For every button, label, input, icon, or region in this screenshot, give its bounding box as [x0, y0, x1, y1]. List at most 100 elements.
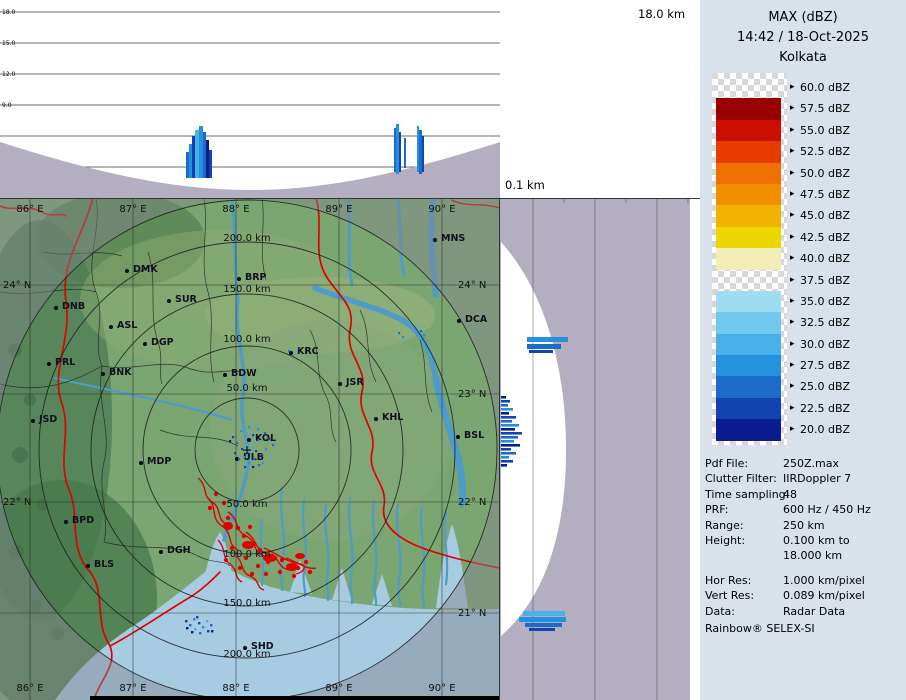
lon-label-top: 86° E — [16, 204, 43, 215]
lon-label-top: 87° E — [119, 204, 146, 215]
lon-label-bottom: 86° E — [16, 683, 43, 694]
city-dot — [125, 269, 129, 273]
legend-entry-label: 42.5 dBZ — [800, 227, 850, 248]
legend-entry-label: 37.5 dBZ — [800, 270, 850, 291]
range-ring-label: 150.0 km — [223, 284, 270, 295]
legend-entry-label: 55.0 dBZ — [800, 120, 850, 141]
info-row: PRF:600 Hz / 450 Hz — [705, 502, 903, 517]
info-row: 18.000 km — [705, 548, 903, 563]
info-row: Time sampling:48 — [705, 487, 903, 502]
city-dot — [457, 319, 461, 323]
range-ring-label: 50.0 km — [227, 383, 268, 394]
legend-entry: ▸25.0 dBZ — [716, 376, 901, 397]
lon-label-bottom: 88° E — [222, 683, 249, 694]
city-dot — [64, 520, 68, 524]
product-title: MAX (dBZ) — [700, 8, 906, 28]
info-label: Vert Res: — [705, 588, 783, 603]
info-label — [705, 548, 783, 563]
legend-arrow-icon: ▸ — [790, 184, 795, 205]
lon-label-bottom: 89° E — [325, 683, 352, 694]
legend-entry: ▸60.0 dBZ — [716, 77, 901, 98]
legend-arrow-icon: ▸ — [790, 376, 795, 397]
height-tick-label: 9.0 — [2, 102, 12, 109]
city-label: MNS — [441, 233, 465, 244]
city-label: BSL — [464, 430, 484, 441]
info-value: Radar Data — [783, 604, 903, 619]
legend-entry: ▸27.5 dBZ — [716, 355, 901, 376]
legend-entry: ▸42.5 dBZ — [716, 227, 901, 248]
city-label: ASL — [117, 320, 137, 331]
city-label: JSD — [38, 414, 57, 425]
height-tick-label: 15.0 — [2, 40, 16, 47]
legend-entry-label: 35.0 dBZ — [800, 291, 850, 312]
range-ring-label: 200.0 km — [223, 233, 270, 244]
info-label: Hor Res: — [705, 573, 783, 588]
legend-entry-label: 57.5 dBZ — [800, 98, 850, 119]
lon-label-top: 90° E — [428, 204, 455, 215]
info-row: Hor Res:1.000 km/pixel — [705, 573, 903, 588]
title-block: MAX (dBZ) 14:42 / 18-Oct-2025 Kolkata — [700, 8, 906, 68]
lat-label-right: 23° N — [458, 389, 486, 400]
height-tick-label: 18.0 — [2, 9, 16, 16]
legend-arrow-icon: ▸ — [790, 398, 795, 419]
city-dot — [243, 646, 247, 650]
info-value: 18.000 km — [783, 548, 903, 563]
software-brand: Rainbow® SELEX-SI — [705, 622, 815, 635]
city-dot — [86, 564, 90, 568]
legend-arrow-icon: ▸ — [790, 227, 795, 248]
city-dot — [247, 438, 251, 442]
legend-arrow-icon: ▸ — [790, 270, 795, 291]
product-info-block: Pdf File:250Z.maxClutter Filter:IIRDoppl… — [705, 456, 903, 619]
legend-swatch — [716, 184, 781, 205]
city-label: SHD — [251, 641, 274, 652]
legend-entry-label: 47.5 dBZ — [800, 184, 850, 205]
legend-entry: ▸40.0 dBZ — [716, 248, 901, 269]
side-cross-section-panel — [500, 198, 700, 700]
info-label: Range: — [705, 518, 783, 533]
legend-swatch — [716, 398, 781, 419]
city-dot — [167, 299, 171, 303]
city-dot — [433, 238, 437, 242]
info-row: Pdf File:250Z.max — [705, 456, 903, 471]
info-row: Vert Res:0.089 km/pixel — [705, 588, 903, 603]
legend-arrow-icon: ▸ — [790, 334, 795, 355]
legend-swatch — [716, 376, 781, 397]
legend-color-scale: ▸60.0 dBZ▸57.5 dBZ▸55.0 dBZ▸52.5 dBZ▸50.… — [716, 77, 901, 441]
city-label: SUR — [175, 294, 198, 305]
lat-label-right: 24° N — [458, 280, 486, 291]
info-row: Height:0.100 km to — [705, 533, 903, 548]
legend-arrow-icon: ▸ — [790, 291, 795, 312]
legend-swatch — [716, 248, 781, 269]
legend-swatch — [716, 312, 781, 333]
radar-map-panel: 86° E86° E87° E87° E88° E88° E89° E89° E… — [0, 198, 500, 700]
info-label: Data: — [705, 604, 783, 619]
info-value: 250Z.max — [783, 456, 903, 471]
legend-entry-label: 52.5 dBZ — [800, 141, 850, 162]
legend-arrow-icon: ▸ — [790, 77, 795, 98]
city-dot — [237, 277, 241, 281]
legend-swatch — [716, 77, 781, 98]
city-dot — [456, 435, 460, 439]
city-dot — [139, 461, 143, 465]
info-label: Clutter Filter: — [705, 471, 783, 486]
product-datetime: 14:42 / 18-Oct-2025 — [700, 28, 906, 48]
city-label: DCA — [465, 314, 488, 325]
lon-label-bottom: 90° E — [428, 683, 455, 694]
side-axis-min-label: 0.1 km — [505, 178, 545, 192]
legend-entry-label: 60.0 dBZ — [800, 77, 850, 98]
legend-entry: ▸57.5 dBZ — [716, 98, 901, 119]
legend-entry-label: 20.0 dBZ — [800, 419, 850, 440]
info-value: 600 Hz / 450 Hz — [783, 502, 903, 517]
legend-arrow-icon: ▸ — [790, 355, 795, 376]
city-dot — [159, 550, 163, 554]
radar-app-window: 18.0 15.0 12.0 9.0 — [0, 0, 906, 700]
legend-arrow-icon: ▸ — [790, 141, 795, 162]
info-label: Height: — [705, 533, 783, 548]
info-row: Range:250 km — [705, 518, 903, 533]
legend-entry: ▸30.0 dBZ — [716, 334, 901, 355]
city-label: BNK — [109, 367, 132, 378]
city-label: PRL — [55, 357, 75, 368]
height-tick-label: 12.0 — [2, 71, 16, 78]
city-label: DMK — [133, 264, 158, 275]
lon-label-top: 88° E — [222, 204, 249, 215]
